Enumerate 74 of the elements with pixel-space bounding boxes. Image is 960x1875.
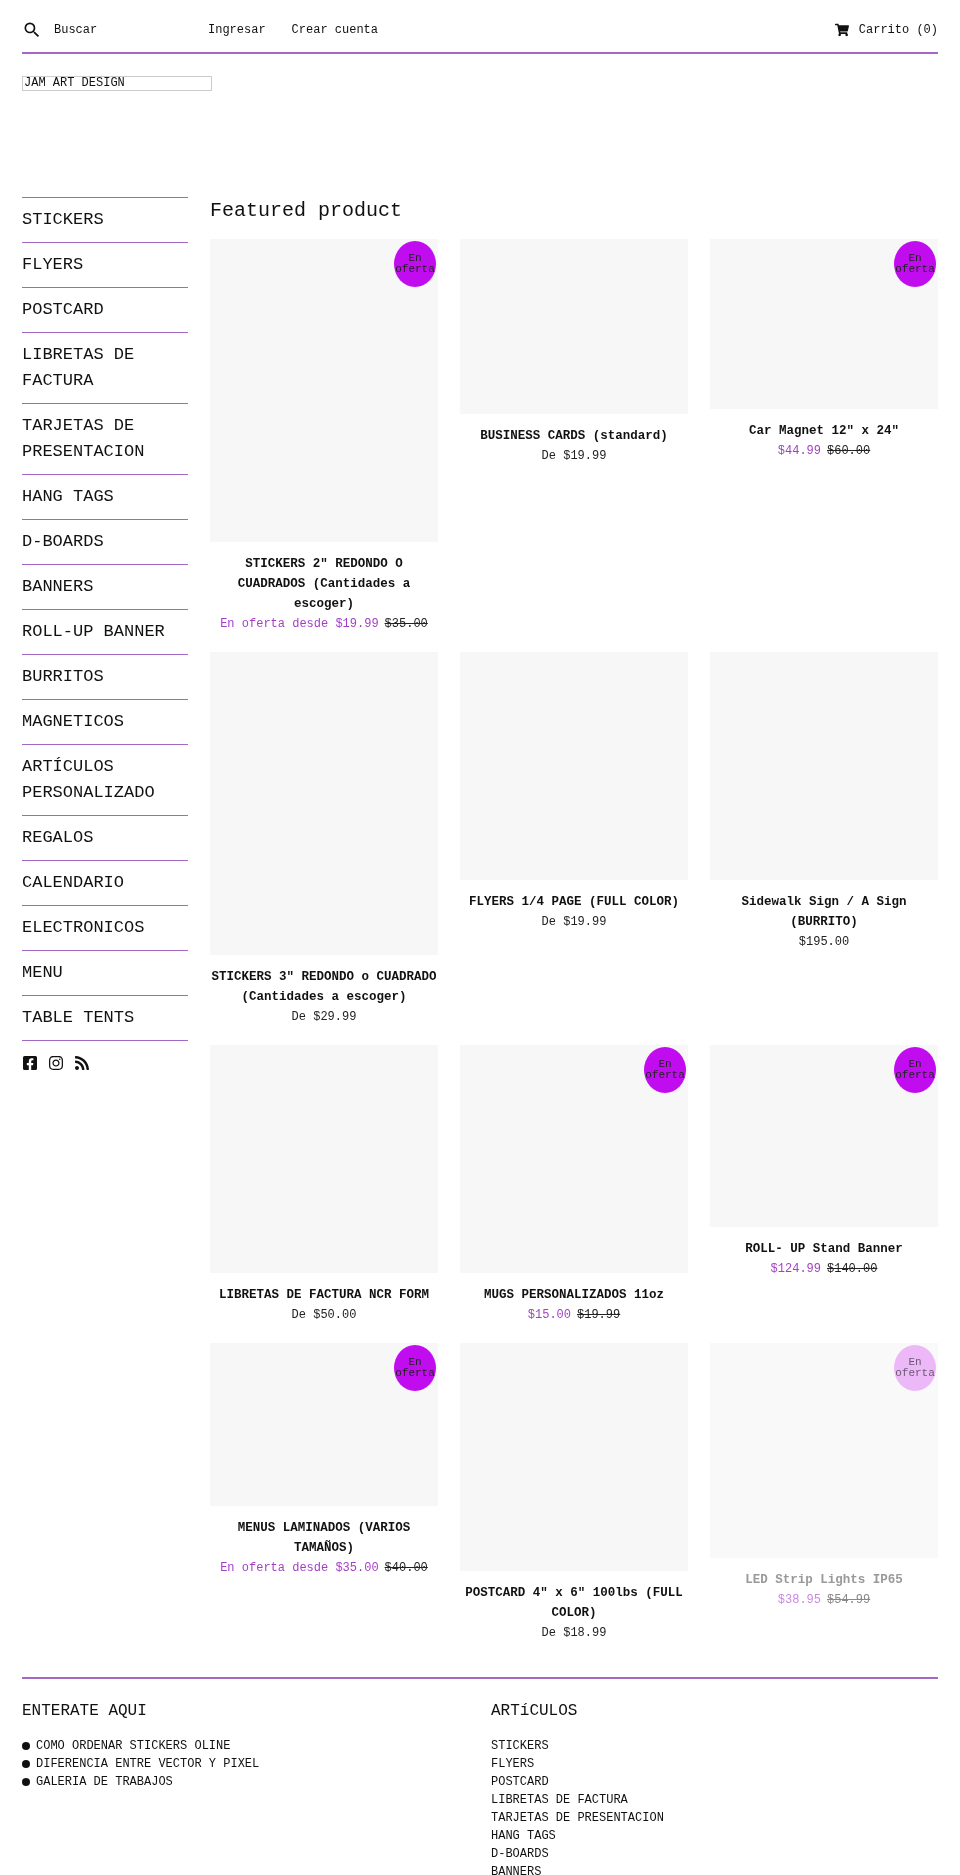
product-price: $38.95 xyxy=(777,1593,821,1607)
compare-price: $19.99 xyxy=(577,1308,621,1322)
product-price: En oferta desde $35.00 xyxy=(220,1561,379,1575)
product-title[interactable]: Car Magnet 12" x 24" xyxy=(710,421,938,441)
logo[interactable]: JAM ART DESIGN xyxy=(22,76,212,91)
product-title[interactable]: Sidewalk Sign / A Sign (BURRITO) xyxy=(710,892,938,932)
product-image[interactable] xyxy=(210,239,438,542)
product-price: $195.00 xyxy=(798,935,850,949)
cart-link[interactable]: Carrito (0) xyxy=(834,23,938,37)
compare-price: $35.00 xyxy=(384,617,428,631)
sidebar-item[interactable]: HANG TAGS xyxy=(22,474,188,519)
section-title: Featured product xyxy=(210,198,404,223)
search-icon[interactable] xyxy=(22,20,42,40)
header-link[interactable]: Crear cuenta xyxy=(291,23,379,37)
compare-price: $60.00 xyxy=(827,444,871,458)
product-price: De $18.99 xyxy=(541,1626,607,1640)
sidebar-item[interactable]: STICKERS xyxy=(22,197,188,242)
sidebar-item[interactable]: POSTCARD xyxy=(22,287,188,332)
footer-link[interactable]: STICKERS xyxy=(491,1737,938,1755)
sidebar-item[interactable]: MAGNETICOS xyxy=(22,699,188,744)
cart-icon xyxy=(834,23,849,37)
footer-link[interactable]: DIFERENCIA ENTRE VECTOR Y PIXEL xyxy=(36,1755,260,1773)
product-price: De $19.99 xyxy=(541,449,607,463)
footer-heading: ARTíCULOS xyxy=(491,1701,579,1721)
footer-heading: ENTERATE AQUI xyxy=(22,1701,148,1721)
footer-link[interactable]: POSTCARD xyxy=(491,1773,938,1791)
sidebar-item[interactable]: LIBRETAS DE FACTURA xyxy=(22,332,188,403)
facebook-icon[interactable] xyxy=(22,1055,38,1071)
sidebar-item[interactable]: D-BOARDS xyxy=(22,519,188,564)
compare-price: $54.99 xyxy=(827,1593,871,1607)
product-image[interactable] xyxy=(460,1045,688,1273)
footer-link[interactable]: HANG TAGS xyxy=(491,1827,938,1845)
product-title[interactable]: FLYERS 1/4 PAGE (FULL COLOR) xyxy=(460,892,688,912)
product-title[interactable]: LIBRETAS DE FACTURA NCR FORM xyxy=(210,1285,438,1305)
product-price: $44.99 xyxy=(777,444,821,458)
footer-link[interactable]: COMO ORDENAR STICKERS OLINE xyxy=(36,1737,231,1755)
sidebar-item[interactable]: REGALOS xyxy=(22,815,188,860)
sidebar-item[interactable]: CALENDARIO xyxy=(22,860,188,905)
sidebar-item[interactable]: ROLL-UP BANNER xyxy=(22,609,188,654)
product-title[interactable]: MUGS PERSONALIZADOS 11oz xyxy=(460,1285,688,1305)
sidebar-item[interactable]: BURRITOS xyxy=(22,654,188,699)
sidebar-item[interactable]: BANNERS xyxy=(22,564,188,609)
product-image[interactable] xyxy=(210,1343,438,1506)
product-title[interactable]: MENUS LAMINADOS (VARIOS TAMAÑOS) xyxy=(210,1518,438,1558)
instagram-icon[interactable] xyxy=(48,1055,64,1071)
product-title[interactable]: STICKERS 3" REDONDO o CUADRADO (Cantidades a escoger) xyxy=(210,967,438,1007)
sidebar-item[interactable]: FLYERS xyxy=(22,242,188,287)
product-title[interactable]: STICKERS 2" REDONDO O CUADRADOS (Cantidades a escoger) xyxy=(210,554,438,614)
product-image[interactable] xyxy=(710,1045,938,1227)
sidebar-item[interactable]: ELECTRONICOS xyxy=(22,905,188,950)
sidebar-item[interactable]: TABLE TENTS xyxy=(22,995,188,1040)
footer-link[interactable]: FLYERS xyxy=(491,1755,938,1773)
footer-link[interactable]: BANNERS xyxy=(491,1863,938,1875)
product-title[interactable]: POSTCARD 4" x 6" 100lbs (FULL COLOR) xyxy=(460,1583,688,1623)
product-price: De $50.00 xyxy=(291,1308,357,1322)
rss-icon[interactable] xyxy=(74,1055,90,1071)
sidebar-item[interactable]: TARJETAS DE PRESENTACION xyxy=(22,403,188,474)
product-title[interactable]: ROLL- UP Stand Banner xyxy=(710,1239,938,1259)
sidebar-item[interactable]: ARTÍCULOS PERSONALIZADO xyxy=(22,744,188,815)
product-price: $15.00 xyxy=(527,1308,571,1322)
footer-link[interactable]: LIBRETAS DE FACTURA xyxy=(491,1791,938,1809)
compare-price: $140.00 xyxy=(827,1262,878,1276)
product-price: De $29.99 xyxy=(291,1010,357,1024)
footer-link[interactable]: TARJETAS DE PRESENTACION xyxy=(491,1809,938,1827)
product-price: En oferta desde $19.99 xyxy=(220,617,379,631)
product-image[interactable] xyxy=(710,239,938,409)
compare-price: $40.00 xyxy=(384,1561,428,1575)
footer-link[interactable]: D-BOARDS xyxy=(491,1845,938,1863)
product-title[interactable]: BUSINESS CARDS (standard) xyxy=(460,426,688,446)
product-price: $124.99 xyxy=(770,1262,821,1276)
sidebar-item[interactable]: MENU xyxy=(22,950,188,995)
footer-link[interactable]: GALERIA DE TRABAJOS xyxy=(36,1773,173,1791)
product-price: De $19.99 xyxy=(541,915,607,929)
header-link[interactable]: Ingresar xyxy=(208,23,266,37)
